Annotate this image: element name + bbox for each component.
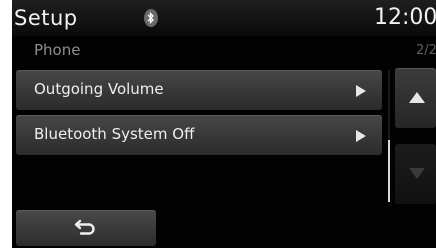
chevron-right-icon [356,85,366,97]
menu-item-label: Outgoing Volume [34,80,164,98]
head-unit-screen: Setup 12:00 Phone 2/2 Outgoing Volume Bl… [12,0,436,248]
section-title: Phone [34,41,81,59]
chevron-right-icon [356,130,366,142]
subheader: Phone 2/2 [12,38,436,64]
bluetooth-icon [144,9,158,27]
back-button[interactable] [16,210,156,246]
scroll-down-button[interactable] [395,144,436,204]
status-bar: Setup 12:00 [12,0,436,36]
app-title: Setup [14,6,78,30]
menu-item-outgoing-volume[interactable]: Outgoing Volume [16,70,382,110]
menu-item-bluetooth-system-off[interactable]: Bluetooth System Off [16,115,382,155]
page-indicator: 2/2 [416,43,436,58]
menu-item-label: Bluetooth System Off [34,125,195,143]
scroll-up-button[interactable] [395,68,436,128]
scrollbar-thumb[interactable] [388,140,390,202]
back-arrow-icon [74,218,96,240]
up-arrow-icon [409,92,425,103]
down-arrow-icon [409,168,425,179]
clock: 12:00 [374,5,436,30]
